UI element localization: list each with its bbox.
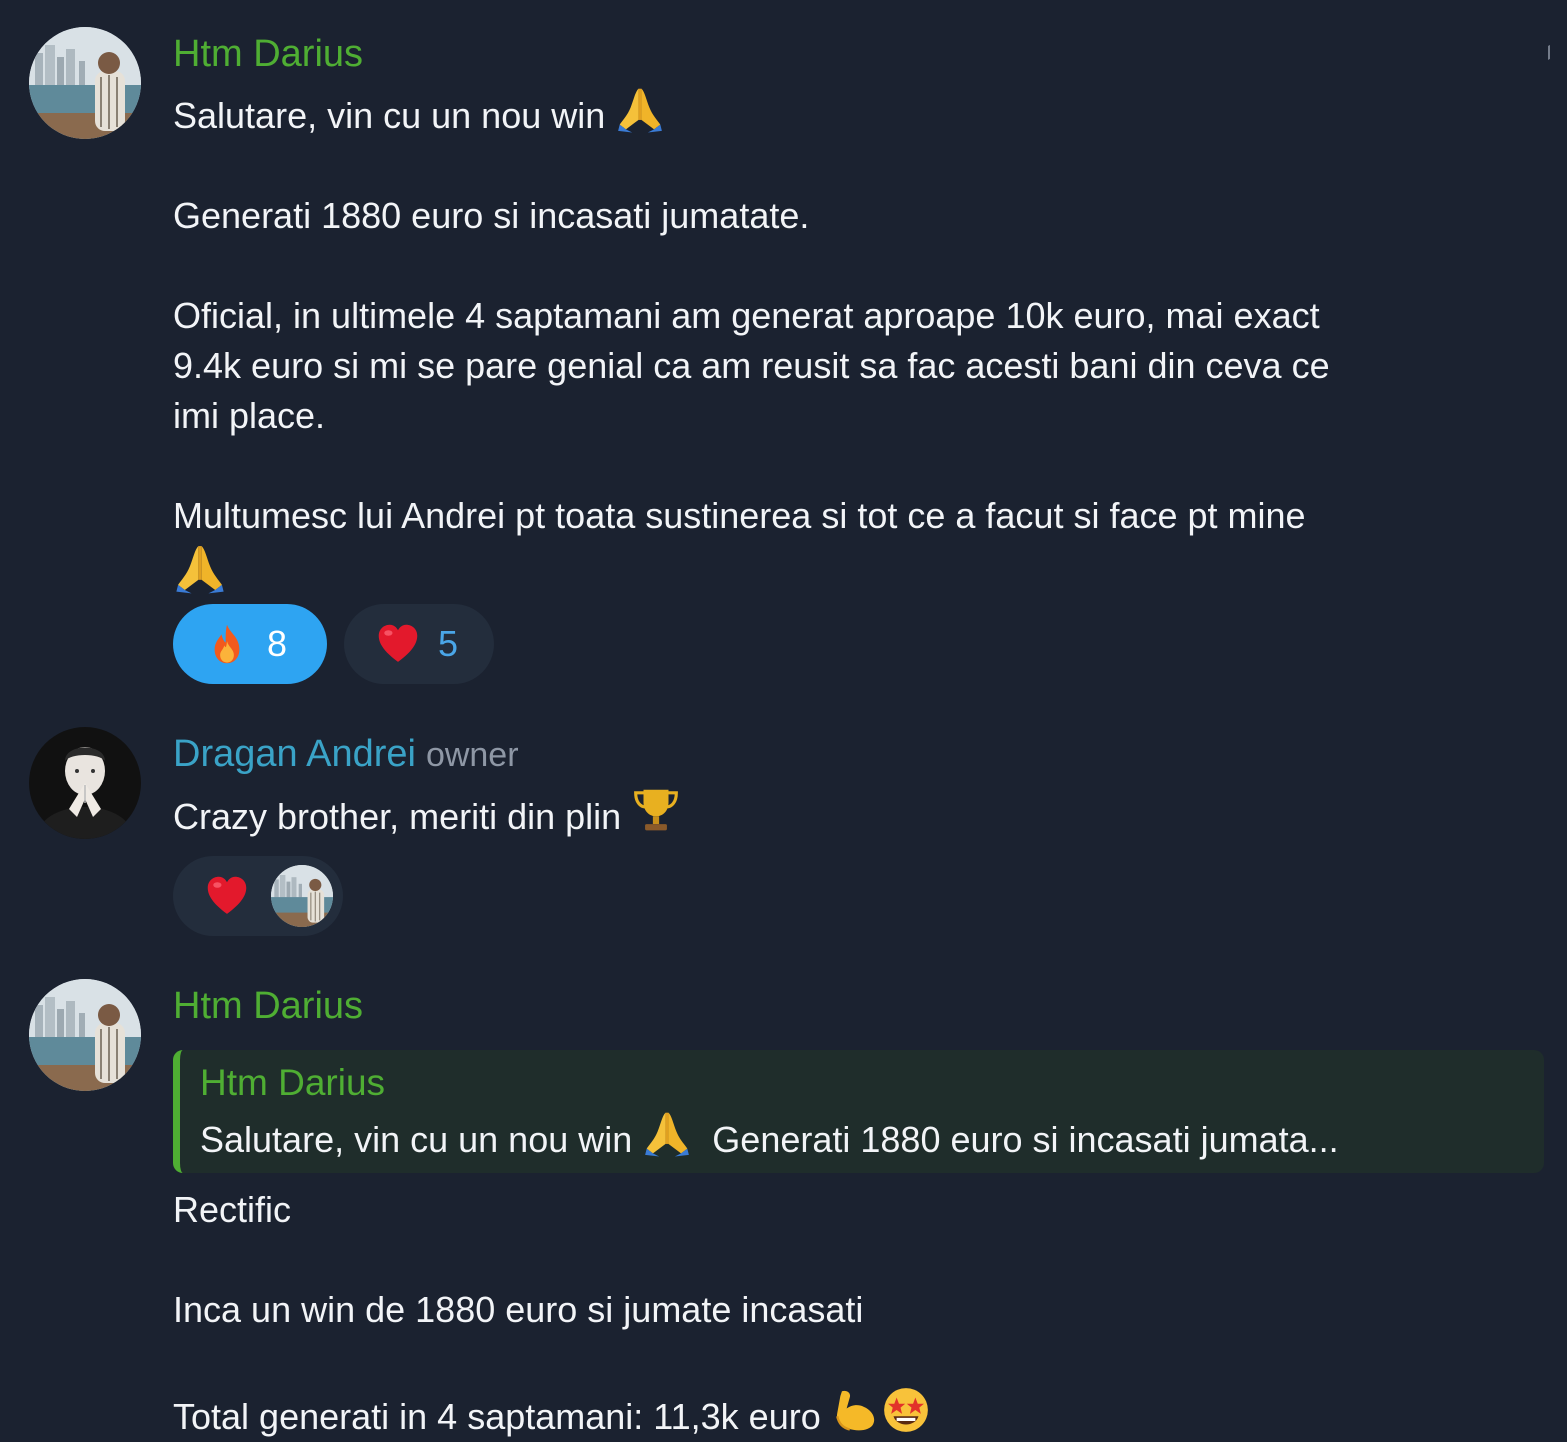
- reply-text: Salutare, vin cu un nou win Generati 188…: [200, 1108, 1524, 1165]
- person-on-balcony-avatar-icon: [271, 865, 333, 927]
- message-line: Inca un win de 1880 euro si jumate incas…: [173, 1289, 864, 1330]
- message-line: imi place.: [173, 395, 326, 436]
- message-line: Oficial, in ultimele 4 saptamani am gene…: [173, 295, 1320, 336]
- heart-icon: [205, 874, 249, 918]
- reaction-fire[interactable]: 8: [173, 604, 327, 684]
- sender-name[interactable]: Htm Darius: [173, 33, 363, 75]
- role-badge: owner: [425, 736, 519, 774]
- message-line: Rectific: [173, 1189, 292, 1230]
- reactions-bar: 8 5: [173, 604, 494, 684]
- message-text: Salutare, vin cu un nou win Generati 188…: [173, 84, 1537, 604]
- reply-quote[interactable]: Htm Darius Salutare, vin cu un nou win G…: [173, 1050, 1544, 1173]
- reactor-avatar[interactable]: [271, 865, 333, 927]
- pray-emoji-icon: [173, 541, 227, 595]
- pray-emoji-icon: [615, 84, 665, 134]
- chat-history: Htm Darius Salutare, vin cu un nou win G…: [0, 0, 1567, 1440]
- message-text: Crazy brother, meriti din plin: [173, 785, 1537, 842]
- message-line: Crazy brother, meriti din plin: [173, 796, 622, 837]
- chevron-left-icon[interactable]: [1548, 41, 1555, 61]
- message-line: Multumesc lui Andrei pt toata sustinerea…: [173, 495, 1306, 536]
- trophy-emoji-icon: [631, 785, 681, 835]
- avatar[interactable]: [29, 27, 141, 139]
- person-on-balcony-avatar-icon: [29, 979, 141, 1091]
- message-line: Generati 1880 euro si incasati jumatate.: [173, 195, 810, 236]
- star-struck-emoji-icon: [881, 1385, 931, 1435]
- reactions-bar: [173, 856, 343, 936]
- sender-name[interactable]: Dragan Andrei: [173, 733, 416, 775]
- message-line: 9.4k euro si mi se pare genial ca am reu…: [173, 345, 1330, 386]
- reaction-count: 5: [438, 623, 459, 664]
- reply-text-part: Generati 1880 euro si incasati jumata...: [712, 1119, 1339, 1160]
- message-line: Salutare, vin cu un nou win: [173, 95, 606, 136]
- sender-name[interactable]: Htm Darius: [173, 985, 363, 1027]
- reply-sender: Htm Darius: [200, 1062, 386, 1103]
- message-text: Rectific Inca un win de 1880 euro si jum…: [173, 1185, 1537, 1442]
- reaction-heart[interactable]: 5: [344, 604, 494, 684]
- reaction-count: 8: [267, 623, 288, 664]
- person-on-balcony-avatar-icon: [29, 27, 141, 139]
- flexed-biceps-emoji-icon: [831, 1385, 881, 1435]
- reaction-heart[interactable]: [173, 856, 343, 936]
- message-line: Total generati in 4 saptamani: 11,3k eur…: [173, 1396, 821, 1437]
- pray-emoji-icon: [642, 1108, 692, 1158]
- fire-icon: [205, 622, 249, 666]
- reply-text-part: Salutare, vin cu un nou win: [200, 1119, 633, 1160]
- avatar[interactable]: [29, 979, 141, 1091]
- man-hands-clasped-avatar-icon: [29, 727, 141, 839]
- heart-icon: [376, 622, 420, 666]
- avatar[interactable]: [29, 727, 141, 839]
